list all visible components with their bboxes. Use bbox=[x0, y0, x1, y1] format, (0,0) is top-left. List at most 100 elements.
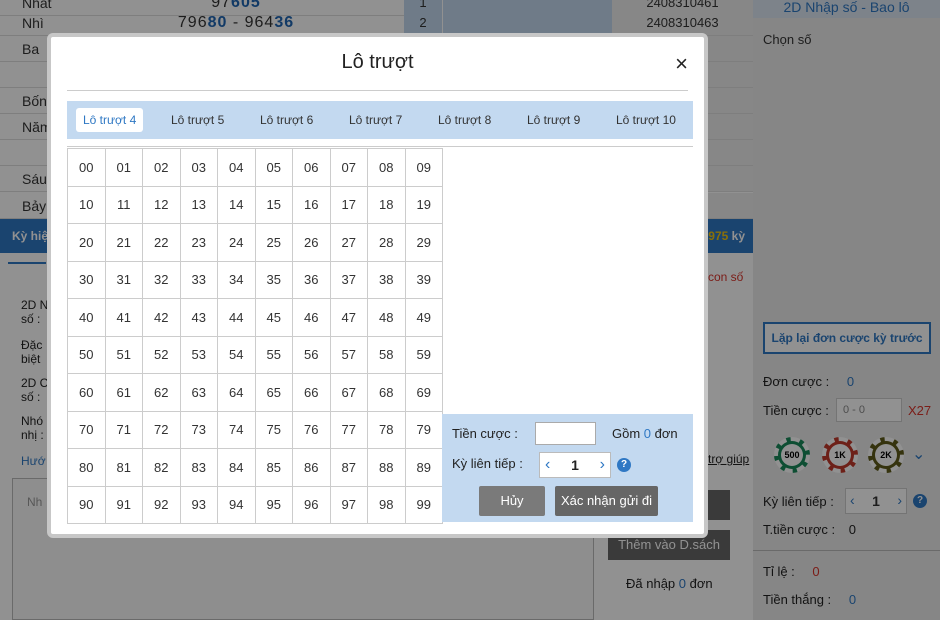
number-cell[interactable]: 84 bbox=[217, 448, 256, 487]
number-cell[interactable]: 43 bbox=[179, 298, 218, 337]
number-cell[interactable]: 25 bbox=[254, 223, 293, 262]
confirm-send-button[interactable]: Xác nhận gửi đi bbox=[555, 486, 658, 516]
number-cell[interactable]: 56 bbox=[292, 335, 331, 374]
number-cell[interactable]: 52 bbox=[142, 335, 181, 374]
number-cell[interactable]: 20 bbox=[67, 223, 106, 262]
number-cell[interactable]: 76 bbox=[292, 410, 331, 449]
number-cell[interactable]: 14 bbox=[217, 185, 256, 224]
number-cell[interactable]: 07 bbox=[329, 148, 368, 187]
tab-lo-truot-4[interactable]: Lô trượt 4 bbox=[76, 108, 144, 132]
number-cell[interactable]: 87 bbox=[329, 448, 368, 487]
number-cell[interactable]: 95 bbox=[254, 485, 293, 524]
number-cell[interactable]: 53 bbox=[179, 335, 218, 374]
number-cell[interactable]: 97 bbox=[329, 485, 368, 524]
number-cell[interactable]: 32 bbox=[142, 260, 181, 299]
number-cell[interactable]: 82 bbox=[142, 448, 181, 487]
number-cell[interactable]: 80 bbox=[67, 448, 106, 487]
number-cell[interactable]: 90 bbox=[67, 485, 106, 524]
number-cell[interactable]: 46 bbox=[292, 298, 331, 337]
tab-lo-truot-9[interactable]: Lô trượt 9 bbox=[520, 108, 587, 132]
number-cell[interactable]: 60 bbox=[67, 373, 106, 412]
number-cell[interactable]: 99 bbox=[404, 485, 443, 524]
number-cell[interactable]: 16 bbox=[292, 185, 331, 224]
number-cell[interactable]: 22 bbox=[142, 223, 181, 262]
number-cell[interactable]: 01 bbox=[104, 148, 143, 187]
number-cell[interactable]: 26 bbox=[292, 223, 331, 262]
number-cell[interactable]: 27 bbox=[329, 223, 368, 262]
number-cell[interactable]: 86 bbox=[292, 448, 331, 487]
number-cell[interactable]: 02 bbox=[142, 148, 181, 187]
number-cell[interactable]: 21 bbox=[104, 223, 143, 262]
number-cell[interactable]: 39 bbox=[404, 260, 443, 299]
number-cell[interactable]: 57 bbox=[329, 335, 368, 374]
number-cell[interactable]: 48 bbox=[367, 298, 406, 337]
number-cell[interactable]: 19 bbox=[404, 185, 443, 224]
cancel-button[interactable]: Hủy bbox=[479, 486, 545, 516]
tab-lo-truot-10[interactable]: Lô trượt 10 bbox=[609, 108, 683, 132]
number-cell[interactable]: 54 bbox=[217, 335, 256, 374]
number-cell[interactable]: 28 bbox=[367, 223, 406, 262]
number-cell[interactable]: 41 bbox=[104, 298, 143, 337]
amount-input[interactable] bbox=[535, 422, 596, 445]
number-cell[interactable]: 65 bbox=[254, 373, 293, 412]
number-cell[interactable]: 69 bbox=[404, 373, 443, 412]
period-stepper[interactable]: ‹ 1 › bbox=[539, 452, 611, 478]
number-cell[interactable]: 83 bbox=[179, 448, 218, 487]
number-cell[interactable]: 91 bbox=[104, 485, 143, 524]
number-cell[interactable]: 05 bbox=[254, 148, 293, 187]
number-cell[interactable]: 36 bbox=[292, 260, 331, 299]
help-icon[interactable]: ? bbox=[617, 458, 631, 472]
number-cell[interactable]: 15 bbox=[254, 185, 293, 224]
number-cell[interactable]: 47 bbox=[329, 298, 368, 337]
number-cell[interactable]: 00 bbox=[67, 148, 106, 187]
number-cell[interactable]: 04 bbox=[217, 148, 256, 187]
number-cell[interactable]: 42 bbox=[142, 298, 181, 337]
number-cell[interactable]: 85 bbox=[254, 448, 293, 487]
number-cell[interactable]: 64 bbox=[217, 373, 256, 412]
number-cell[interactable]: 50 bbox=[67, 335, 106, 374]
number-cell[interactable]: 24 bbox=[217, 223, 256, 262]
number-cell[interactable]: 58 bbox=[367, 335, 406, 374]
number-cell[interactable]: 09 bbox=[404, 148, 443, 187]
number-cell[interactable]: 88 bbox=[367, 448, 406, 487]
number-cell[interactable]: 55 bbox=[254, 335, 293, 374]
number-cell[interactable]: 92 bbox=[142, 485, 181, 524]
number-cell[interactable]: 44 bbox=[217, 298, 256, 337]
number-cell[interactable]: 51 bbox=[104, 335, 143, 374]
number-cell[interactable]: 72 bbox=[142, 410, 181, 449]
number-cell[interactable]: 31 bbox=[104, 260, 143, 299]
number-cell[interactable]: 10 bbox=[67, 185, 106, 224]
number-cell[interactable]: 11 bbox=[104, 185, 143, 224]
number-cell[interactable]: 67 bbox=[329, 373, 368, 412]
number-cell[interactable]: 23 bbox=[179, 223, 218, 262]
number-cell[interactable]: 37 bbox=[329, 260, 368, 299]
number-cell[interactable]: 12 bbox=[142, 185, 181, 224]
number-cell[interactable]: 78 bbox=[367, 410, 406, 449]
number-cell[interactable]: 08 bbox=[367, 148, 406, 187]
tab-lo-truot-6[interactable]: Lô trượt 6 bbox=[253, 108, 320, 132]
number-cell[interactable]: 96 bbox=[292, 485, 331, 524]
tab-lo-truot-7[interactable]: Lô trượt 7 bbox=[342, 108, 409, 132]
number-cell[interactable]: 29 bbox=[404, 223, 443, 262]
number-cell[interactable]: 61 bbox=[104, 373, 143, 412]
number-cell[interactable]: 18 bbox=[367, 185, 406, 224]
number-cell[interactable]: 63 bbox=[179, 373, 218, 412]
number-cell[interactable]: 30 bbox=[67, 260, 106, 299]
number-cell[interactable]: 45 bbox=[254, 298, 293, 337]
number-cell[interactable]: 79 bbox=[404, 410, 443, 449]
number-cell[interactable]: 71 bbox=[104, 410, 143, 449]
number-cell[interactable]: 38 bbox=[367, 260, 406, 299]
number-cell[interactable]: 74 bbox=[217, 410, 256, 449]
number-cell[interactable]: 35 bbox=[254, 260, 293, 299]
number-cell[interactable]: 33 bbox=[179, 260, 218, 299]
number-cell[interactable]: 59 bbox=[404, 335, 443, 374]
number-cell[interactable]: 66 bbox=[292, 373, 331, 412]
number-cell[interactable]: 70 bbox=[67, 410, 106, 449]
number-cell[interactable]: 81 bbox=[104, 448, 143, 487]
number-cell[interactable]: 98 bbox=[367, 485, 406, 524]
number-cell[interactable]: 68 bbox=[367, 373, 406, 412]
number-cell[interactable]: 03 bbox=[179, 148, 218, 187]
number-cell[interactable]: 73 bbox=[179, 410, 218, 449]
tab-lo-truot-5[interactable]: Lô trượt 5 bbox=[164, 108, 231, 132]
tab-lo-truot-8[interactable]: Lô trượt 8 bbox=[431, 108, 498, 132]
